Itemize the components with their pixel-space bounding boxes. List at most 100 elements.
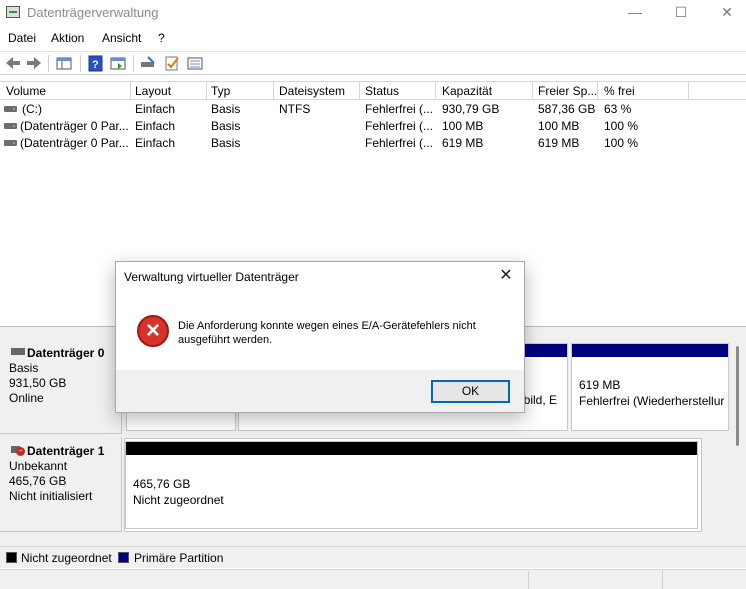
volume-drive-icon bbox=[4, 123, 17, 129]
forward-arrow-icon bbox=[27, 57, 41, 69]
legend-swatch-primary bbox=[118, 552, 129, 563]
back-arrow-icon bbox=[6, 57, 20, 69]
disk-0-state: Online bbox=[9, 391, 44, 405]
disk-1-label[interactable]: − Datenträger 1 Unbekannt 465,76 GB Nich… bbox=[0, 437, 122, 532]
toolbar-separator bbox=[48, 55, 49, 72]
disk-1-type: Unbekannt bbox=[9, 459, 68, 473]
menu-ansicht[interactable]: Ansicht bbox=[102, 31, 141, 45]
properties-button[interactable] bbox=[163, 55, 181, 72]
cell-frei: 100 MB bbox=[538, 119, 580, 133]
legend-swatch-unallocated bbox=[6, 552, 17, 563]
help-button[interactable]: ? bbox=[87, 55, 105, 72]
disk-1-size: 465,76 GB bbox=[9, 474, 67, 488]
dialog-message: Die Anforderung konnte wegen eines E/A-G… bbox=[178, 320, 476, 346]
show-action-pane-button[interactable] bbox=[109, 55, 127, 72]
column-header-freier-speicher[interactable]: Freier Sp... bbox=[538, 84, 597, 98]
column-header-kapazitaet[interactable]: Kapazität bbox=[442, 84, 492, 98]
error-dialog: Verwaltung virtueller Datenträger ✕ × Di… bbox=[115, 261, 525, 413]
column-header-status[interactable]: Status bbox=[365, 84, 399, 98]
table-row[interactable]: (Datenträger 0 Par... Einfach Basis Fehl… bbox=[0, 135, 746, 152]
cell-typ: Basis bbox=[211, 119, 241, 133]
error-icon: × bbox=[137, 315, 169, 347]
column-divider[interactable] bbox=[206, 82, 207, 100]
dialog-footer: OK bbox=[116, 370, 524, 412]
disk-icon bbox=[11, 348, 25, 355]
cell-typ: Basis bbox=[211, 136, 241, 150]
cell-volume: (Datenträger 0 Par... bbox=[20, 119, 129, 133]
menu-datei[interactable]: Datei bbox=[8, 31, 36, 45]
cell-kapazitaet: 100 MB bbox=[442, 119, 484, 133]
cell-prozent: 63 % bbox=[604, 102, 632, 116]
window-title: Datenträgerverwaltung bbox=[27, 5, 159, 20]
menu-aktion[interactable]: Aktion bbox=[51, 31, 84, 45]
partition-status: Fehlerfrei (Wiederherstellur bbox=[579, 394, 725, 408]
maximize-icon: ☐ bbox=[674, 4, 688, 20]
cell-kapazitaet: 930,79 GB bbox=[442, 102, 500, 116]
table-row[interactable]: (C:) Einfach Basis NTFS Fehlerfrei (... … bbox=[0, 101, 746, 118]
volume-drive-icon bbox=[4, 140, 17, 146]
disk-0-label[interactable]: Datenträger 0 Basis 931,50 GB Online bbox=[0, 339, 122, 434]
column-header-prozent-frei[interactable]: % frei bbox=[604, 84, 635, 98]
unallocated-status: Nicht zugeordnet bbox=[133, 493, 224, 507]
disk-1-unallocated-region[interactable]: 465,76 GB Nicht zugeordnet bbox=[125, 441, 698, 529]
column-divider[interactable] bbox=[597, 82, 598, 100]
column-header-dateisystem[interactable]: Dateisystem bbox=[279, 84, 345, 98]
column-divider[interactable] bbox=[359, 82, 360, 100]
action-pane-icon bbox=[110, 57, 126, 70]
vertical-scrollbar[interactable] bbox=[736, 346, 739, 446]
dialog-title: Verwaltung virtueller Datenträger bbox=[124, 270, 299, 284]
minimize-button[interactable]: — bbox=[612, 0, 658, 26]
back-button[interactable] bbox=[4, 55, 22, 72]
dialog-close-button[interactable]: ✕ bbox=[496, 265, 516, 285]
cell-status: Fehlerfrei (... bbox=[365, 102, 434, 116]
column-divider[interactable] bbox=[688, 82, 689, 100]
column-divider[interactable] bbox=[435, 82, 436, 100]
cell-typ: Basis bbox=[211, 102, 241, 116]
disk-management-app-icon bbox=[6, 6, 20, 18]
volume-list-header: Volume Layout Typ Dateisystem Status Kap… bbox=[0, 81, 746, 100]
svg-text:?: ? bbox=[92, 59, 99, 71]
close-icon: ✕ bbox=[499, 267, 513, 284]
console-tree-button[interactable] bbox=[55, 55, 73, 72]
primary-partition-bar bbox=[572, 344, 728, 357]
legend: Nicht zugeordnet Primäre Partition bbox=[0, 546, 746, 568]
cell-layout: Einfach bbox=[135, 136, 176, 150]
settings-list-button[interactable] bbox=[186, 55, 204, 72]
cell-layout: Einfach bbox=[135, 119, 176, 133]
unallocated-bar bbox=[126, 442, 697, 455]
disk-1-name: Datenträger 1 bbox=[27, 444, 105, 458]
toolbar-separator bbox=[80, 55, 81, 72]
volume-drive-icon bbox=[4, 106, 17, 112]
ok-button[interactable]: OK bbox=[431, 380, 510, 403]
cell-status: Fehlerfrei (... bbox=[365, 119, 434, 133]
console-tree-icon bbox=[56, 57, 72, 70]
partition-size: 619 MB bbox=[579, 378, 621, 392]
disk-0-partition-recovery[interactable]: 619 MB Fehlerfrei (Wiederherstellur bbox=[571, 343, 729, 431]
column-header-layout[interactable]: Layout bbox=[135, 84, 171, 98]
status-bar bbox=[0, 569, 746, 589]
disk-0-name: Datenträger 0 bbox=[27, 346, 105, 360]
column-header-typ[interactable]: Typ bbox=[211, 84, 230, 98]
cell-kapazitaet: 619 MB bbox=[442, 136, 484, 150]
help-icon: ? bbox=[88, 55, 103, 72]
properties-check-icon bbox=[165, 56, 179, 71]
column-divider[interactable] bbox=[532, 82, 533, 100]
menu-help[interactable]: ? bbox=[158, 31, 165, 45]
error-badge-icon: − bbox=[16, 447, 25, 456]
maximize-button[interactable]: ☐ bbox=[658, 0, 704, 26]
close-window-button[interactable]: ✕ bbox=[704, 0, 746, 26]
column-divider[interactable] bbox=[130, 82, 131, 100]
cell-volume: (Datenträger 0 Par... bbox=[20, 136, 129, 150]
cell-prozent: 100 % bbox=[604, 136, 639, 150]
column-header-volume[interactable]: Volume bbox=[6, 84, 46, 98]
menu-bar: Datei Aktion Ansicht ? bbox=[0, 28, 746, 48]
cell-volume: (C:) bbox=[22, 102, 42, 116]
connect-disk-button[interactable] bbox=[140, 55, 158, 72]
status-divider bbox=[662, 571, 663, 589]
cell-status: Fehlerfrei (... bbox=[365, 136, 434, 150]
table-row[interactable]: (Datenträger 0 Par... Einfach Basis Fehl… bbox=[0, 118, 746, 135]
forward-button[interactable] bbox=[25, 55, 43, 72]
cell-frei: 619 MB bbox=[538, 136, 580, 150]
legend-label-primary: Primäre Partition bbox=[134, 551, 224, 565]
column-divider[interactable] bbox=[273, 82, 274, 100]
